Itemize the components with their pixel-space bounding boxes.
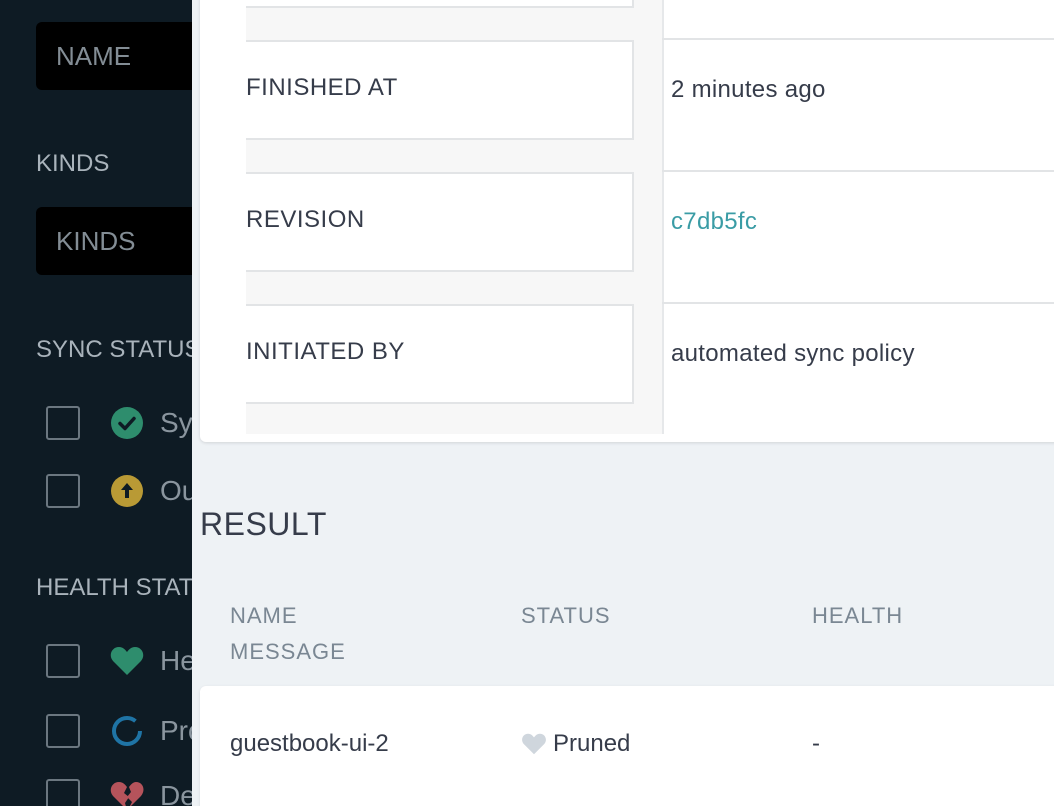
label-cell: FINISHED AT [246, 40, 634, 140]
kinds-filter-input[interactable]: KINDS [36, 207, 192, 275]
sync-filter-label: Synced [160, 407, 192, 438]
finished-at-label: FINISHED AT [246, 74, 398, 101]
progress-ring-icon [110, 714, 144, 748]
operation-panel: FINISHED AT REVISION INITIATED BY 2 minu… [192, 0, 1054, 806]
divider [662, 38, 1054, 40]
broken-heart-icon [110, 779, 144, 806]
column-header-status: STATUS [521, 603, 611, 628]
health-filter-label: Progressing [160, 715, 192, 746]
status-text: Pruned [553, 730, 631, 757]
revision-label: REVISION [246, 206, 365, 233]
revision-link[interactable]: c7db5fc [671, 208, 757, 236]
sync-status-heading: SYNC STATUS [36, 336, 192, 363]
column-header-name: NAME [230, 603, 298, 628]
health-filter-progressing[interactable]: Progressing [46, 711, 192, 751]
sync-filter-outofsync[interactable]: OutOfSync [46, 471, 192, 511]
checkbox[interactable] [46, 406, 80, 440]
arrow-up-circle-icon [110, 474, 144, 508]
health-filter-degraded[interactable]: Degraded [46, 776, 192, 806]
divider [662, 170, 1054, 172]
filter-sidebar: NAME KINDS KINDS SYNC STATUS Synced OutO… [0, 0, 192, 806]
sync-filter-label: OutOfSync [160, 475, 192, 506]
health-filter-label: Degraded [160, 780, 192, 806]
pruned-heart-icon [521, 733, 547, 755]
label-column: FINISHED AT REVISION INITIATED BY [246, 0, 664, 434]
checkbox[interactable] [46, 474, 80, 508]
operation-details-card: FINISHED AT REVISION INITIATED BY 2 minu… [200, 0, 1054, 442]
health-filter-healthy[interactable]: Healthy [46, 641, 192, 681]
result-title: RESULT [200, 506, 327, 542]
divider [662, 302, 1054, 304]
resource-health: - [812, 730, 820, 757]
checkbox[interactable] [46, 779, 80, 806]
checkbox[interactable] [46, 714, 80, 748]
health-status-heading: HEALTH STATUS [36, 574, 192, 601]
health-filter-label: Healthy [160, 645, 192, 676]
column-header-health: HEALTH [812, 603, 904, 628]
kinds-heading: KINDS [36, 150, 110, 177]
initiated-by-value: automated sync policy [671, 340, 915, 367]
resource-name: guestbook-ui-2 [230, 730, 389, 757]
check-circle-icon [110, 406, 144, 440]
label-cell: REVISION [246, 172, 634, 272]
sync-filter-synced[interactable]: Synced [46, 403, 192, 443]
initiated-by-label: INITIATED BY [246, 338, 405, 365]
table-row[interactable]: guestbook-ui-2 Pruned - [200, 686, 1054, 806]
resource-status: Pruned [521, 730, 630, 758]
name-filter-input[interactable]: NAME [36, 22, 192, 90]
label-cell: INITIATED BY [246, 304, 634, 404]
label-cell [246, 0, 634, 8]
heart-icon [110, 644, 144, 678]
finished-at-value: 2 minutes ago [671, 76, 826, 103]
checkbox[interactable] [46, 644, 80, 678]
column-header-message: MESSAGE [230, 639, 346, 664]
